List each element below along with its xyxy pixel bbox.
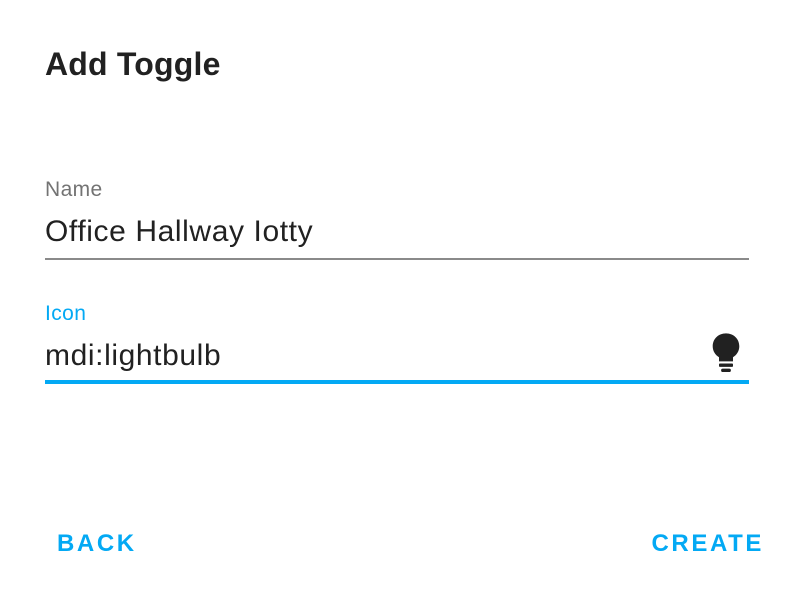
icon-field[interactable]: Icon: [45, 300, 749, 386]
back-button[interactable]: BACK: [45, 520, 149, 568]
name-field[interactable]: Name: [45, 176, 749, 262]
name-field-label: Name: [45, 178, 103, 201]
create-button[interactable]: CREATE: [640, 520, 777, 568]
icon-field-label: Icon: [45, 302, 87, 325]
add-toggle-dialog: Add Toggle Name Icon BACK CREATE: [0, 0, 792, 592]
dialog-actions: BACK CREATE: [0, 520, 792, 568]
icon-input[interactable]: [45, 336, 685, 376]
dialog-title: Add Toggle: [45, 46, 221, 82]
lightbulb-icon: [712, 333, 740, 373]
name-input[interactable]: [45, 212, 685, 252]
name-field-underline: [45, 258, 749, 260]
icon-field-underline: [45, 380, 749, 384]
